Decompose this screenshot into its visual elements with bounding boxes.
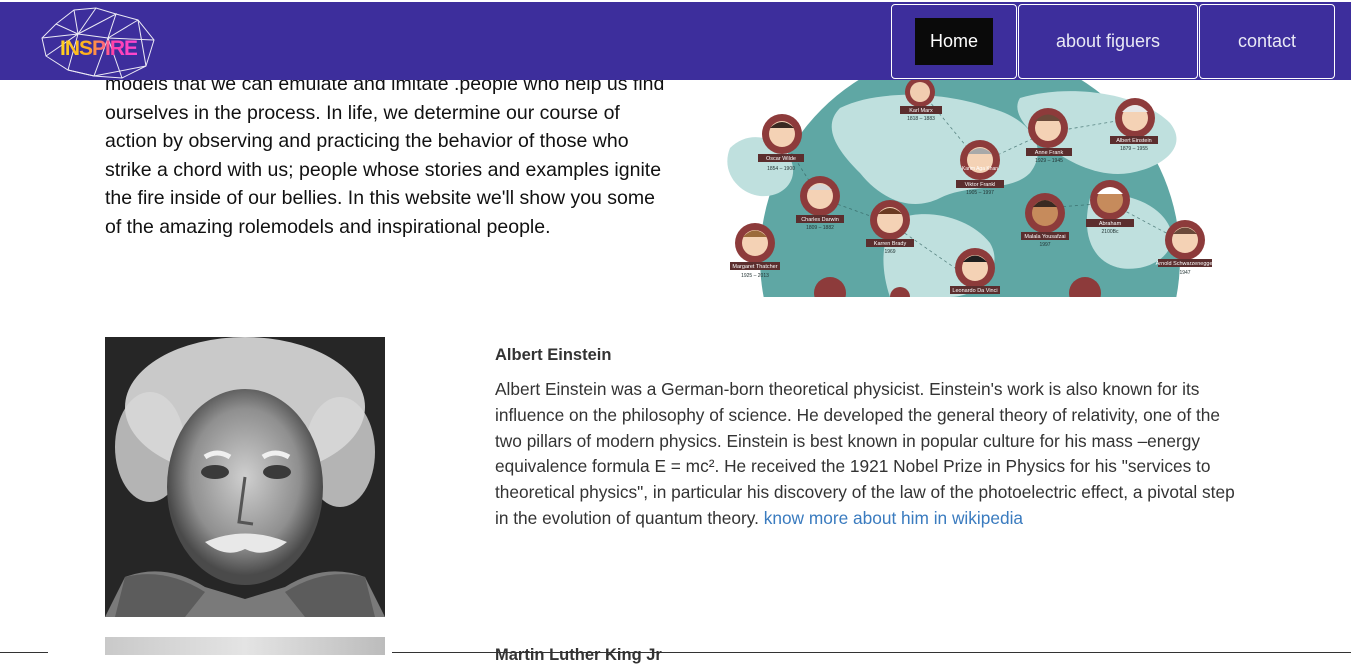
figure-title-einstein: Albert Einstein [495, 346, 612, 364]
divider-line [0, 652, 48, 653]
einstein-portrait-image [105, 337, 385, 617]
svg-text:1969: 1969 [884, 249, 895, 255]
intro-paragraph: models that we can emulate and imitate .… [105, 73, 665, 238]
svg-text:1879 – 1955: 1879 – 1955 [1120, 146, 1148, 152]
svg-text:2100Bc: 2100Bc [1102, 229, 1119, 235]
navbar: INSPIRE Home about figuers contact [0, 2, 1351, 80]
albert-einstein-photo [105, 337, 385, 617]
role-models-world-map: Karl Marx Anne Frank Albert Einstein Osc… [690, 78, 1245, 297]
inspire-logo[interactable]: INSPIRE [38, 4, 158, 80]
svg-text:Leonardo Da Vinci: Leonardo Da Vinci [952, 288, 997, 294]
svg-text:Karl Marx: Karl Marx [909, 108, 933, 114]
nav-contact-label: contact [1237, 31, 1297, 51]
map-label-karim: Karim Aga Khan [962, 166, 998, 172]
svg-text:1809 – 1882: 1809 – 1882 [806, 225, 834, 231]
nav-about-label: about figuers [1055, 31, 1161, 51]
figure-bio-text: Albert Einstein was a German-born theore… [495, 379, 1235, 528]
svg-text:1854 – 1900: 1854 – 1900 [767, 166, 795, 172]
svg-text:Oscar Wilde: Oscar Wilde [766, 156, 796, 162]
nav-home-label: Home [914, 18, 993, 65]
wikipedia-link-einstein[interactable]: know more about him in wikipedia [764, 508, 1023, 528]
nav-home[interactable]: Home [891, 4, 1017, 79]
svg-text:1929 – 1945: 1929 – 1945 [1035, 158, 1063, 164]
svg-text:1947: 1947 [1179, 270, 1190, 276]
nav-contact[interactable]: contact [1199, 4, 1335, 79]
svg-text:Viktor Frankl: Viktor Frankl [965, 182, 996, 188]
svg-text:1905 – 1997: 1905 – 1997 [966, 190, 994, 196]
svg-text:1925 – 2013: 1925 – 2013 [741, 273, 769, 279]
divider-line [392, 652, 1351, 653]
martin-luther-king-photo [105, 637, 385, 655]
svg-text:Karren Brady: Karren Brady [874, 241, 907, 247]
svg-text:Malala Yousafzai: Malala Yousafzai [1024, 234, 1065, 240]
nav-about-figures[interactable]: about figuers [1018, 4, 1198, 79]
svg-text:Margaret Thatcher: Margaret Thatcher [732, 264, 777, 270]
world-map-illustration: Karl Marx Anne Frank Albert Einstein Osc… [727, 78, 1215, 297]
figure-bio-einstein: Albert Einstein was a German-born theore… [495, 377, 1235, 532]
svg-text:Anne Frank: Anne Frank [1035, 150, 1064, 156]
figure-title-mlk: Martin Luther King Jr [495, 646, 662, 664]
svg-text:Abraham: Abraham [1099, 221, 1122, 227]
svg-text:Arnold Schwarzenegger: Arnold Schwarzenegger [1156, 261, 1215, 267]
svg-text:Charles Darwin: Charles Darwin [801, 217, 839, 223]
svg-text:1818 – 1883: 1818 – 1883 [907, 116, 935, 122]
svg-text:Albert Einstein: Albert Einstein [1116, 138, 1151, 144]
logo-text: INSPIRE [60, 37, 138, 60]
svg-text:1997: 1997 [1039, 242, 1050, 248]
